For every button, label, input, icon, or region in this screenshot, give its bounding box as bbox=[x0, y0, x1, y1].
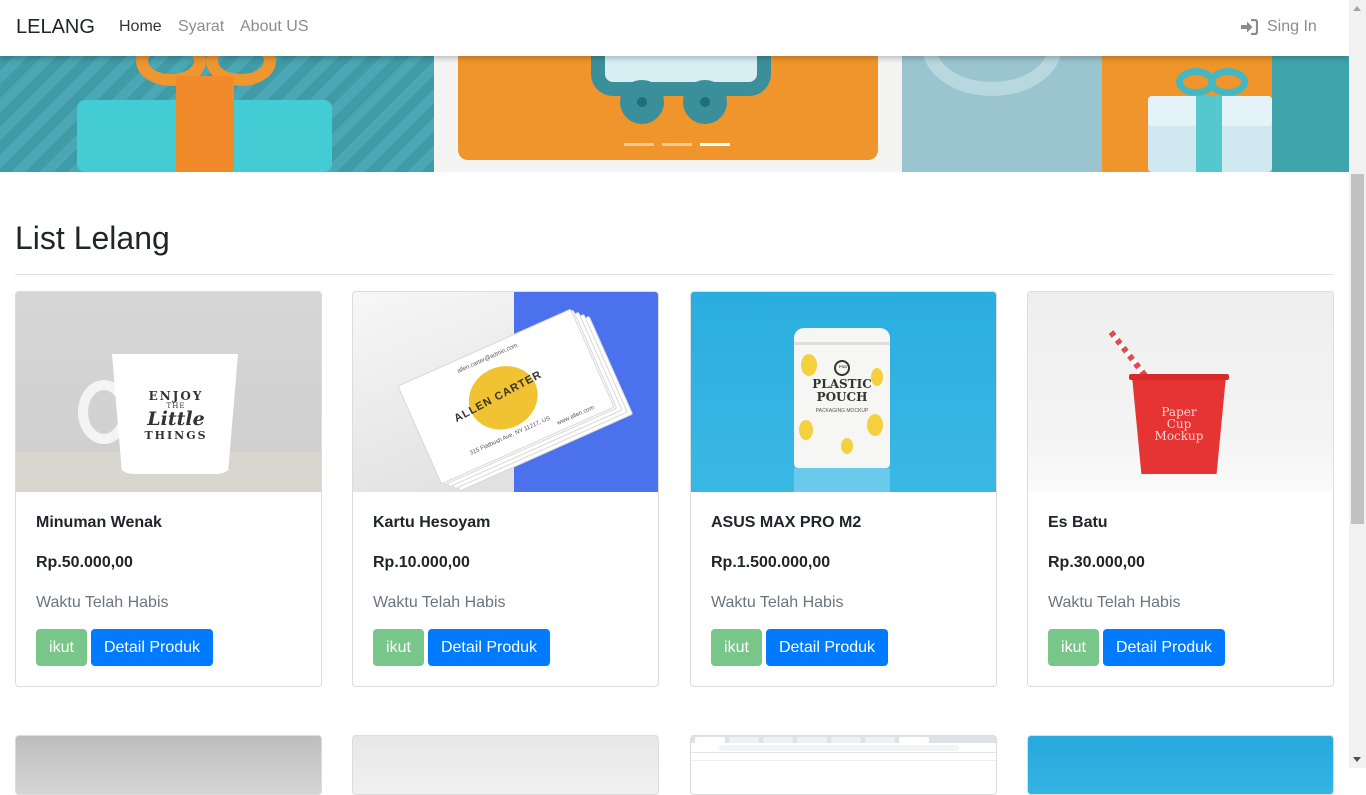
sign-in-label: Sing In bbox=[1267, 18, 1317, 35]
detail-produk-button[interactable]: Detail Produk bbox=[91, 629, 213, 666]
paper-cup-rim bbox=[1129, 374, 1229, 380]
mug-text-things: THINGS bbox=[144, 428, 208, 442]
detail-produk-button[interactable]: Detail Produk bbox=[1103, 629, 1225, 666]
chip-decoration bbox=[801, 354, 817, 376]
pouch-badge-text: PSD bbox=[838, 364, 848, 369]
product-price: Rp.30.000,00 bbox=[1048, 554, 1145, 571]
vertical-scrollbar[interactable] bbox=[1349, 0, 1366, 768]
product-image-pouch: PSD PLASTIC POUCH PACKAGING MOCKUP bbox=[691, 292, 996, 492]
ikut-button[interactable]: ikut bbox=[1048, 629, 1099, 666]
ikut-button[interactable]: ikut bbox=[36, 629, 87, 666]
teal-block-illustration bbox=[1272, 56, 1349, 172]
gift-ribbon bbox=[176, 76, 234, 172]
product-status: Waktu Telah Habis bbox=[373, 594, 506, 611]
scrollbar-thumb[interactable] bbox=[1351, 174, 1364, 524]
product-card-partial bbox=[352, 735, 659, 795]
product-price: Rp.1.500.000,00 bbox=[711, 554, 831, 571]
pouch-text-pouch: POUCH bbox=[816, 390, 868, 405]
nav-link-syarat[interactable]: Syarat bbox=[178, 18, 224, 36]
gift-box-small-ribbon bbox=[1196, 96, 1222, 172]
product-status: Waktu Telah Habis bbox=[36, 594, 169, 611]
product-card: PSD PLASTIC POUCH PACKAGING MOCKUP ASUS … bbox=[690, 291, 997, 687]
brand-logo[interactable]: LELANG bbox=[16, 16, 95, 39]
detail-produk-button[interactable]: Detail Produk bbox=[766, 629, 888, 666]
pouch-reflection bbox=[794, 468, 890, 492]
product-image-business-card: ALLEN CARTER allen.carter@admin.com www.… bbox=[353, 292, 658, 492]
sign-in-link[interactable]: Sing In bbox=[1240, 18, 1317, 36]
pouch-text-mockup: PACKAGING MOCKUP bbox=[815, 408, 869, 414]
nav-link-about-us[interactable]: About US bbox=[240, 18, 308, 36]
cup-print: Paper Cup Mockup bbox=[1132, 406, 1226, 442]
product-image-paper-cup: Paper Cup Mockup bbox=[1028, 292, 1333, 492]
mug-print: ENJOY THE Little THINGS bbox=[126, 390, 226, 441]
screenshot-browser-tabs bbox=[691, 736, 996, 743]
product-status: Waktu Telah Habis bbox=[1048, 594, 1181, 611]
product-price: Rp.50.000,00 bbox=[36, 554, 133, 571]
pouch-zipper bbox=[794, 342, 890, 345]
cart-wheel-right bbox=[683, 80, 727, 124]
pouch-label: PLASTIC POUCH bbox=[794, 377, 890, 405]
navbar: LELANG Home Syarat About US Sing In bbox=[0, 0, 1349, 56]
chip-decoration bbox=[867, 414, 883, 436]
product-status: Waktu Telah Habis bbox=[711, 594, 844, 611]
carousel-indicator-1[interactable] bbox=[624, 143, 654, 146]
carousel-indicator-3[interactable] bbox=[700, 143, 730, 146]
carousel-indicator-2[interactable] bbox=[662, 143, 692, 146]
cart-wheel-left bbox=[620, 80, 664, 124]
nav-link-home[interactable]: Home bbox=[119, 18, 162, 36]
banner-carousel[interactable] bbox=[0, 56, 1349, 172]
ikut-button[interactable]: ikut bbox=[373, 629, 424, 666]
chip-decoration bbox=[841, 438, 853, 454]
product-card: Paper Cup Mockup Es Batu Rp.30.000,00 Wa… bbox=[1027, 291, 1334, 687]
section-title: List Lelang bbox=[15, 220, 170, 256]
product-title: Kartu Hesoyam bbox=[373, 514, 491, 531]
sign-in-icon bbox=[1241, 19, 1258, 35]
mug-text-enjoy: ENJOY bbox=[148, 389, 204, 403]
shopping-cart-illustration bbox=[591, 56, 771, 96]
gift-small-bow-right bbox=[1208, 68, 1248, 96]
product-price: Rp.10.000,00 bbox=[373, 554, 470, 571]
cup-text-mockup: Mockup bbox=[1154, 429, 1204, 443]
product-title: Minuman Wenak bbox=[36, 514, 162, 531]
mug-text-little: Little bbox=[147, 407, 205, 430]
product-card-partial bbox=[690, 735, 997, 795]
product-card-partial bbox=[1027, 735, 1334, 795]
screenshot-bookmarks-bar bbox=[691, 753, 996, 761]
product-card: ALLEN CARTER allen.carter@admin.com www.… bbox=[352, 291, 659, 687]
detail-produk-button[interactable]: Detail Produk bbox=[428, 629, 550, 666]
product-title: Es Batu bbox=[1048, 514, 1108, 531]
ikut-button[interactable]: ikut bbox=[711, 629, 762, 666]
product-card-partial bbox=[15, 735, 322, 795]
product-card: ENJOY THE Little THINGS Minuman Wenak Rp… bbox=[15, 291, 322, 687]
product-title: ASUS MAX PRO M2 bbox=[711, 514, 862, 531]
section-divider bbox=[15, 274, 1334, 275]
product-image-mug: ENJOY THE Little THINGS bbox=[16, 292, 321, 492]
carousel-indicators bbox=[624, 143, 730, 146]
scroll-up-arrow-icon[interactable] bbox=[1349, 0, 1366, 17]
chip-decoration bbox=[799, 420, 813, 440]
screenshot-address-bar bbox=[691, 743, 996, 753]
scroll-down-arrow-icon[interactable] bbox=[1349, 751, 1366, 768]
